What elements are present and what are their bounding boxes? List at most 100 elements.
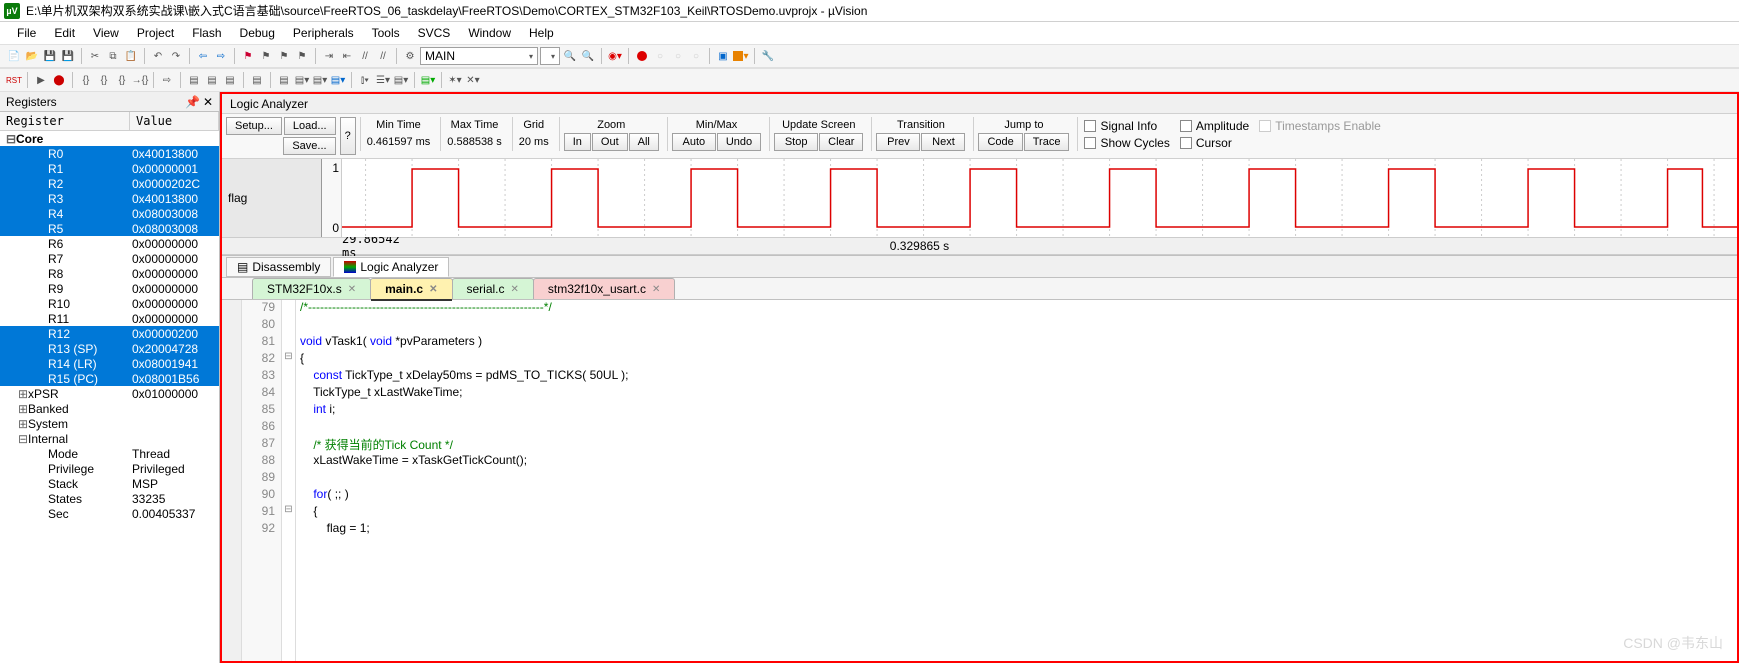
register-row[interactable]: R14 (LR)0x08001941 <box>0 356 219 371</box>
paste-icon[interactable]: 📋 <box>123 48 139 64</box>
zoom-in-button[interactable]: In <box>564 133 591 151</box>
fold-toggle[interactable]: ⊟ <box>282 351 295 368</box>
register-row[interactable]: R110x00000000 <box>0 311 219 326</box>
symbols-window-icon[interactable]: ▤ <box>222 72 238 88</box>
register-row[interactable]: R00x40013800 <box>0 146 219 161</box>
options-icon[interactable]: 🔧 <box>760 48 776 64</box>
register-row[interactable]: Sec0.00405337 <box>0 506 219 521</box>
register-row[interactable]: R15 (PC)0x08001B56 <box>0 371 219 386</box>
jump-trace-button[interactable]: Trace <box>1024 133 1070 151</box>
reset-icon[interactable]: RST <box>6 72 22 88</box>
register-row[interactable]: R100x00000000 <box>0 296 219 311</box>
menu-help[interactable]: Help <box>520 24 563 42</box>
register-row[interactable]: R120x00000200 <box>0 326 219 341</box>
memory-window-icon[interactable]: ▤▾ <box>312 72 328 88</box>
redo-icon[interactable]: ↷ <box>168 48 184 64</box>
debug-tools-icon[interactable]: ✕▾ <box>465 72 481 88</box>
file-tab[interactable]: main.c✕ <box>370 278 452 299</box>
disassembly-window-icon[interactable]: ▤ <box>204 72 220 88</box>
register-row[interactable]: StackMSP <box>0 476 219 491</box>
minmax-auto-button[interactable]: Auto <box>672 133 716 151</box>
call-stack-window-icon[interactable]: ▤ <box>276 72 292 88</box>
watch-window-icon[interactable]: ▤▾ <box>294 72 310 88</box>
debug-config-icon[interactable]: ◉▾ <box>607 48 623 64</box>
close-icon[interactable]: ✕ <box>429 284 437 295</box>
register-group[interactable]: ⊞ Banked <box>0 401 219 416</box>
setup-button[interactable]: Setup... <box>226 117 282 135</box>
save-icon[interactable]: 💾 <box>42 48 58 64</box>
transition-prev-button[interactable]: Prev <box>876 133 920 151</box>
target-combo[interactable]: MAIN <box>420 47 538 65</box>
register-row[interactable]: R20x0000202C <box>0 176 219 191</box>
register-row[interactable]: PrivilegePrivileged <box>0 461 219 476</box>
menu-edit[interactable]: Edit <box>45 24 84 42</box>
analysis-windows-icon[interactable]: ⫾▾ <box>357 72 373 88</box>
trace-windows-icon[interactable]: ☰▾ <box>375 72 391 88</box>
fold-toggle[interactable]: ⊟ <box>282 504 295 521</box>
amplitude-checkbox[interactable] <box>1180 120 1192 132</box>
close-icon[interactable]: ✕ <box>652 284 660 295</box>
close-icon[interactable]: ✕ <box>511 284 519 295</box>
file-tab[interactable]: STM32F10x.s✕ <box>252 278 371 299</box>
nav-back-icon[interactable]: ⇦ <box>195 48 211 64</box>
find-icon[interactable]: 🔍 <box>562 48 578 64</box>
zoom-all-button[interactable]: All <box>629 133 659 151</box>
menu-svcs[interactable]: SVCS <box>409 24 460 42</box>
save-button[interactable]: Save... <box>283 137 335 155</box>
step-into-icon[interactable]: {} <box>78 72 94 88</box>
minmax-undo-button[interactable]: Undo <box>717 133 761 151</box>
toolbox-icon[interactable]: ▤▾ <box>420 72 436 88</box>
window-layout-icon[interactable]: ▣ <box>715 48 731 64</box>
bookmark-next-icon[interactable]: ⚑ <box>276 48 292 64</box>
register-row[interactable]: R10x00000001 <box>0 161 219 176</box>
step-over-icon[interactable]: {} <box>96 72 112 88</box>
menu-view[interactable]: View <box>84 24 128 42</box>
show-cycles-checkbox[interactable] <box>1084 137 1096 149</box>
system-viewer-icon[interactable]: ▤▾ <box>393 72 409 88</box>
register-row[interactable]: R70x00000000 <box>0 251 219 266</box>
stop-icon[interactable]: ⬤ <box>51 72 67 88</box>
update-stop-button[interactable]: Stop <box>774 133 818 151</box>
outdent-icon[interactable]: ⇤ <box>339 48 355 64</box>
record-settings-icon[interactable]: ○ <box>688 48 704 64</box>
search-combo[interactable] <box>540 47 560 65</box>
undo-icon[interactable]: ↶ <box>150 48 166 64</box>
show-next-statement-icon[interactable]: ⇨ <box>159 72 175 88</box>
register-group[interactable]: ⊞ System <box>0 416 219 431</box>
help-button[interactable]: ? <box>340 117 356 155</box>
pause-record-icon[interactable]: ○ <box>670 48 686 64</box>
register-row[interactable]: R90x00000000 <box>0 281 219 296</box>
zoom-out-button[interactable]: Out <box>592 133 628 151</box>
file-tab[interactable]: stm32f10x_usart.c✕ <box>533 278 675 299</box>
code-lines[interactable]: /*--------------------------------------… <box>296 300 1737 661</box>
cursor-checkbox[interactable] <box>1180 137 1192 149</box>
register-row[interactable]: R40x08003008 <box>0 206 219 221</box>
bookmark-prev-icon[interactable]: ⚑ <box>258 48 274 64</box>
register-row[interactable]: States33235 <box>0 491 219 506</box>
bookmark-icon[interactable]: ⚑ <box>240 48 256 64</box>
close-icon[interactable]: ✕ <box>203 95 213 109</box>
menu-debug[interactable]: Debug <box>231 24 284 42</box>
menu-window[interactable]: Window <box>459 24 520 42</box>
registers-tree[interactable]: ⊟ Core R00x40013800R10x00000001R20x00002… <box>0 131 219 663</box>
menu-tools[interactable]: Tools <box>363 24 409 42</box>
menu-project[interactable]: Project <box>128 24 183 42</box>
register-group[interactable]: ⊞ xPSR0x01000000 <box>0 386 219 401</box>
cut-icon[interactable]: ✂ <box>87 48 103 64</box>
command-window-icon[interactable]: ▤ <box>186 72 202 88</box>
uncomment-icon[interactable]: // <box>375 48 391 64</box>
nav-forward-icon[interactable]: ⇨ <box>213 48 229 64</box>
menu-flash[interactable]: Flash <box>183 24 230 42</box>
register-row[interactable]: R60x00000000 <box>0 236 219 251</box>
file-tab[interactable]: serial.c✕ <box>452 278 534 299</box>
register-row[interactable]: R80x00000000 <box>0 266 219 281</box>
menu-peripherals[interactable]: Peripherals <box>284 24 363 42</box>
new-file-icon[interactable]: 📄 <box>6 48 22 64</box>
tab-disassembly[interactable]: ▤ Disassembly <box>226 257 331 277</box>
build-icon[interactable]: ⚙ <box>402 48 418 64</box>
run-to-cursor-icon[interactable]: →{} <box>132 72 148 88</box>
window-layout2-icon[interactable]: ▾ <box>733 48 749 64</box>
find-in-files-icon[interactable]: 🔍 <box>580 48 596 64</box>
close-icon[interactable]: ✕ <box>348 284 356 295</box>
transition-next-button[interactable]: Next <box>921 133 965 151</box>
